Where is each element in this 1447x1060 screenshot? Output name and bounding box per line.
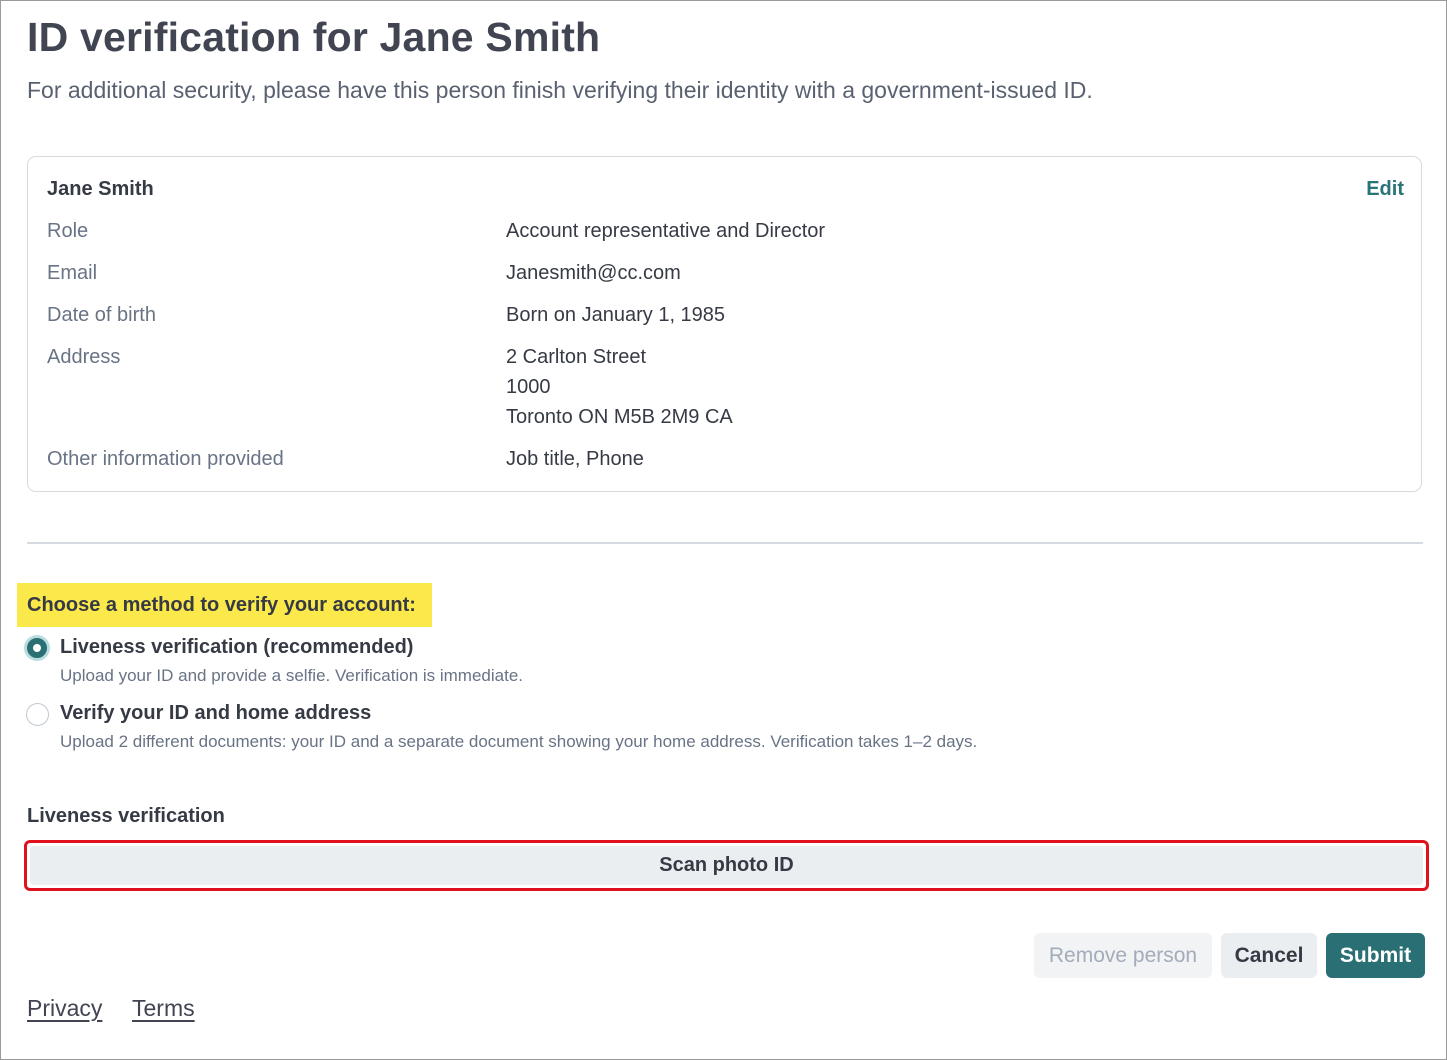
liveness-section-heading: Liveness verification (27, 805, 225, 827)
other-info-value: Job title, Phone (506, 448, 644, 470)
id-and-address-option-title[interactable]: Verify your ID and home address (60, 702, 371, 725)
verification-method-prompt: Choose a method to verify your account: (17, 583, 432, 627)
section-divider (27, 542, 1423, 544)
edit-person-link[interactable]: Edit (1366, 178, 1404, 201)
address-line-2: 1000 (506, 376, 551, 398)
date-of-birth-label: Date of birth (47, 304, 156, 326)
other-info-label: Other information provided (47, 448, 284, 470)
email-label: Email (47, 262, 98, 284)
role-label: Role (47, 220, 89, 242)
address-value: 2 Carlton Street 1000 Toronto ON M5B 2M9… (506, 342, 733, 432)
liveness-option-title[interactable]: Liveness verification (recommended) (60, 636, 413, 659)
id-and-address-radio[interactable] (26, 703, 49, 726)
person-name: Jane Smith (47, 178, 154, 200)
remove-person-button[interactable]: Remove person (1034, 933, 1212, 978)
id-verification-page: ID verification for Jane Smith For addit… (0, 0, 1447, 1060)
submit-button[interactable]: Submit (1326, 933, 1425, 978)
scan-photo-id-button[interactable]: Scan photo ID (30, 846, 1423, 885)
liveness-option-description: Upload your ID and provide a selfie. Ver… (60, 666, 524, 685)
address-label: Address (47, 346, 121, 368)
terms-link[interactable]: Terms (132, 995, 195, 1022)
date-of-birth-value: Born on January 1, 1985 (506, 304, 726, 326)
person-details-card: Jane Smith Edit Role Account representat… (27, 156, 1422, 492)
id-and-address-option-description: Upload 2 different documents: your ID an… (60, 732, 978, 751)
address-line-3: Toronto ON M5B 2M9 CA (506, 406, 733, 428)
role-value: Account representative and Director (506, 220, 826, 242)
address-line-1: 2 Carlton Street (506, 346, 647, 368)
liveness-radio[interactable] (27, 638, 47, 658)
email-value: Janesmith@cc.com (506, 262, 681, 284)
privacy-link[interactable]: Privacy (27, 995, 102, 1022)
cancel-button[interactable]: Cancel (1221, 933, 1317, 978)
page-subtitle: For additional security, please have thi… (27, 77, 1093, 103)
page-title: ID verification for Jane Smith (27, 14, 601, 60)
radio-selected-dot (33, 644, 41, 652)
